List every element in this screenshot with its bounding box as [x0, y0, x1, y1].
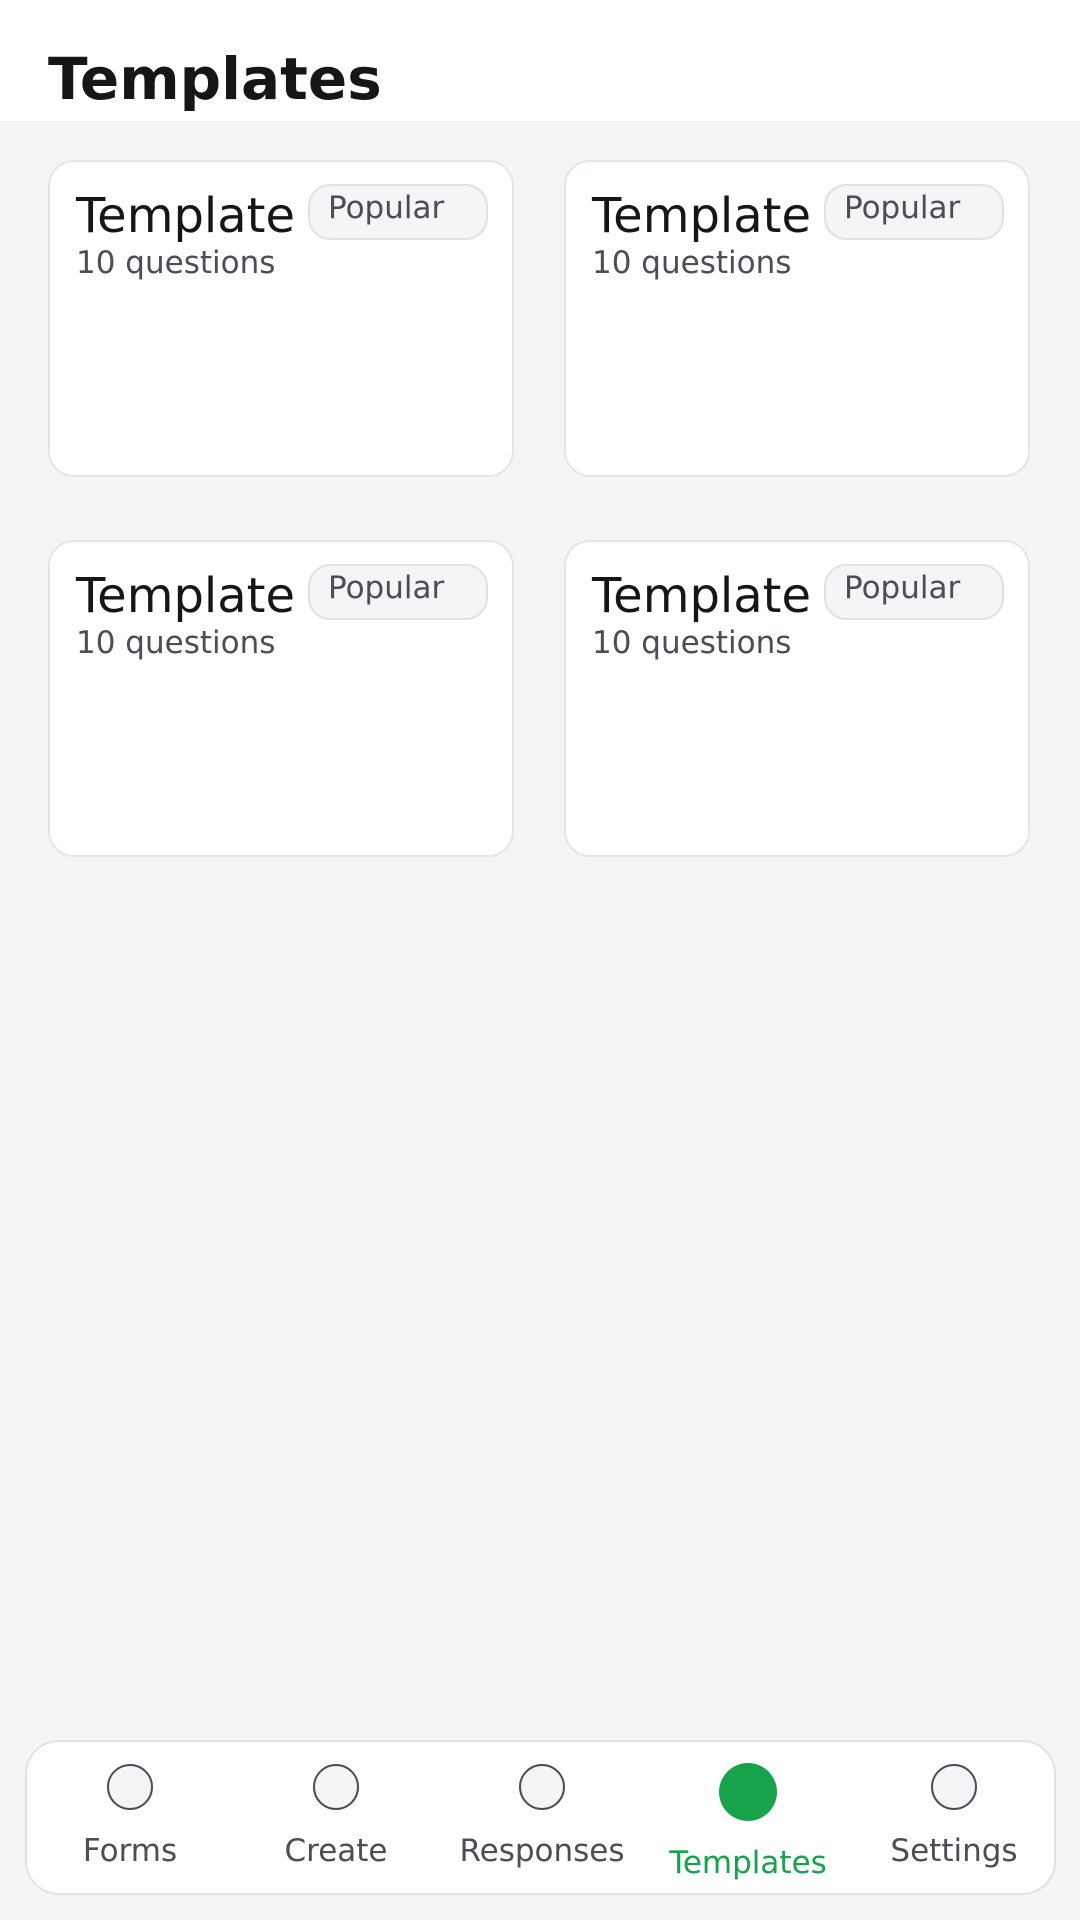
- create-icon: [313, 1764, 359, 1810]
- page-title: Templates: [48, 45, 382, 113]
- nav-item-forms[interactable]: Forms: [27, 1742, 233, 1893]
- popular-badge: Popular: [308, 184, 488, 240]
- template-question-count: 10 questions: [76, 625, 276, 661]
- template-title: Template: [76, 188, 296, 244]
- nav-item-responses[interactable]: Responses: [439, 1742, 645, 1893]
- nav-item-label: Create: [284, 1833, 388, 1869]
- nav-item-settings[interactable]: Settings: [851, 1742, 1057, 1893]
- responses-icon: [519, 1764, 565, 1810]
- settings-icon: [931, 1764, 977, 1810]
- template-question-count: 10 questions: [76, 245, 276, 281]
- nav-item-label: Forms: [82, 1833, 178, 1869]
- template-card[interactable]: Template Popular 10 questions: [564, 160, 1030, 477]
- template-title: Template: [76, 568, 296, 624]
- nav-item-label: Templates: [669, 1845, 827, 1881]
- template-title: Template: [592, 568, 812, 624]
- nav-item-label: Settings: [890, 1833, 1018, 1869]
- templates-icon: [719, 1763, 777, 1821]
- nav-item-templates[interactable]: Templates: [645, 1742, 851, 1893]
- template-question-count: 10 questions: [592, 625, 792, 661]
- template-card[interactable]: Template Popular 10 questions: [48, 160, 514, 477]
- template-title: Template: [592, 188, 812, 244]
- forms-icon: [107, 1764, 153, 1810]
- top-header: Templates: [0, 0, 1080, 121]
- nav-item-create[interactable]: Create: [233, 1742, 439, 1893]
- template-card[interactable]: Template Popular 10 questions: [48, 540, 514, 857]
- popular-badge: Popular: [824, 564, 1004, 620]
- template-question-count: 10 questions: [592, 245, 792, 281]
- nav-item-label: Responses: [459, 1833, 625, 1869]
- popular-badge: Popular: [824, 184, 1004, 240]
- template-card[interactable]: Template Popular 10 questions: [564, 540, 1030, 857]
- bottom-nav: Forms Create Responses Templates Setting…: [25, 1740, 1056, 1895]
- popular-badge: Popular: [308, 564, 488, 620]
